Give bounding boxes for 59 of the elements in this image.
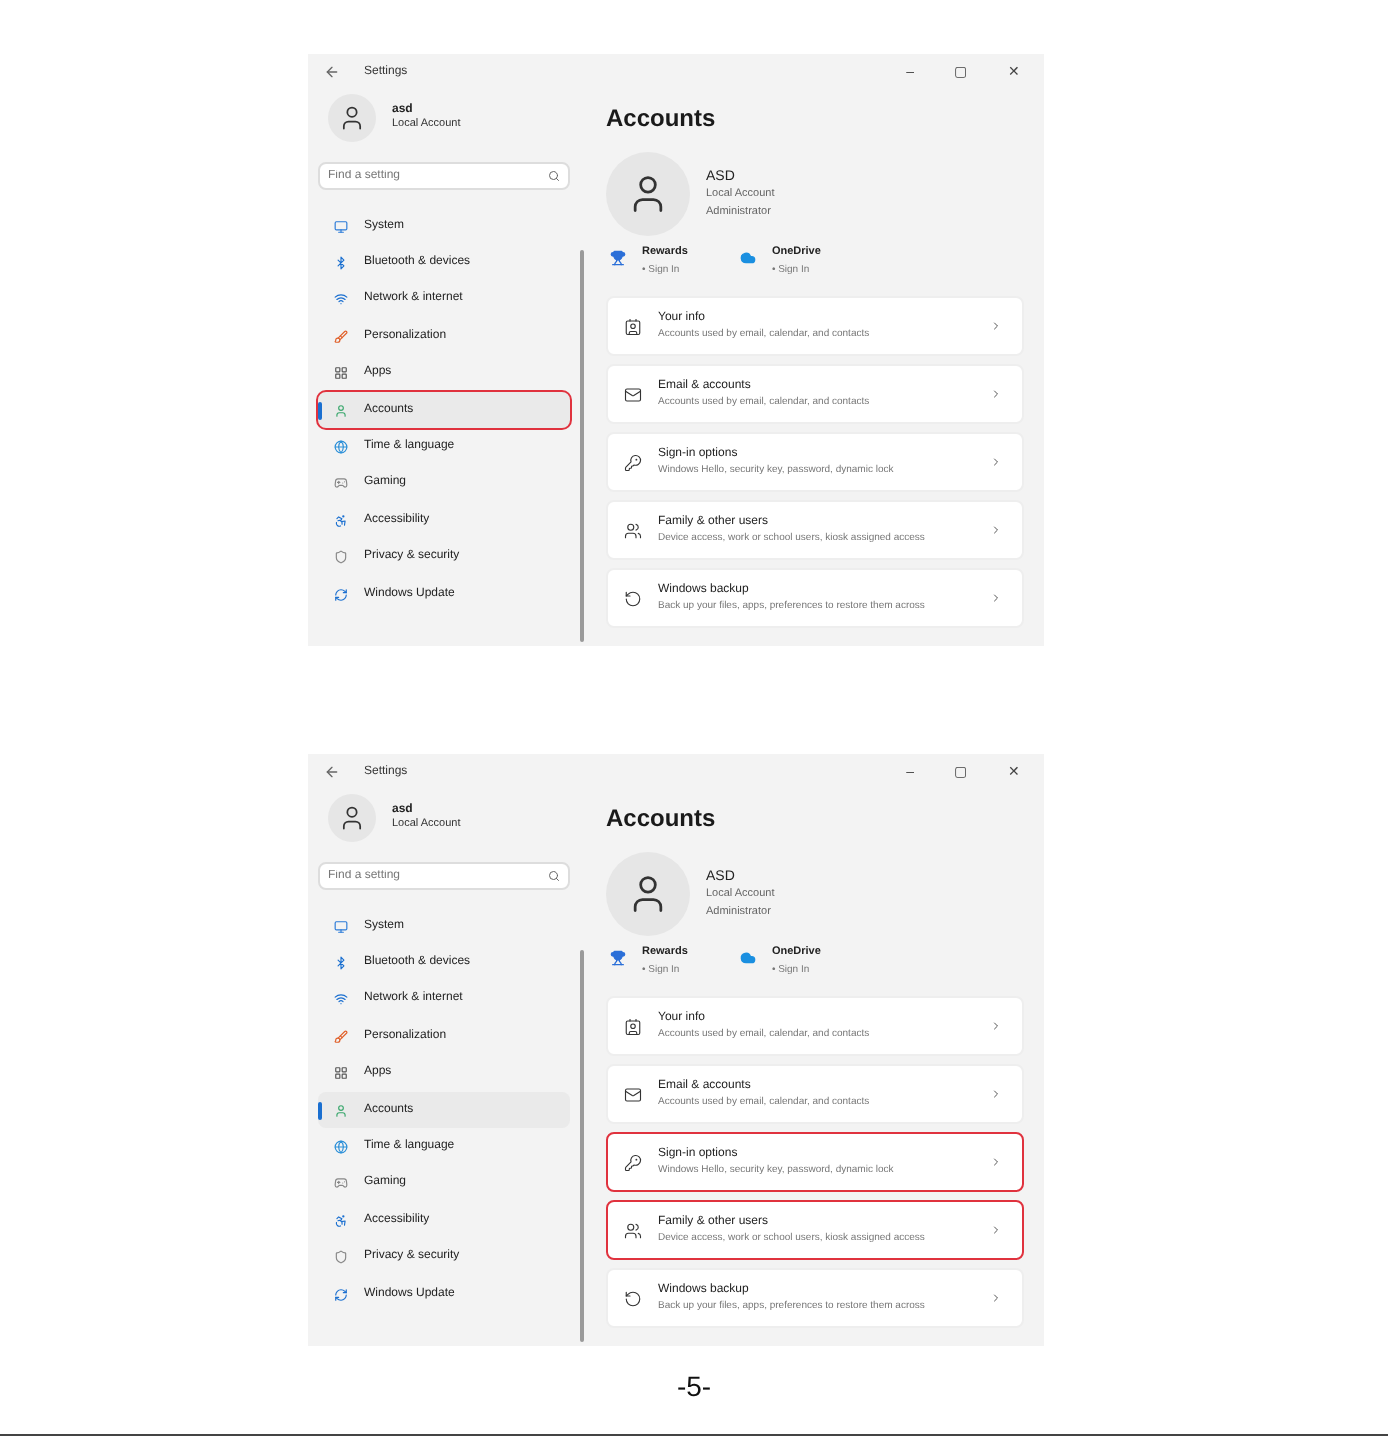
chevron-icon	[990, 1088, 1002, 1100]
key-icon	[624, 1153, 642, 1171]
accessibility-icon	[334, 513, 348, 528]
chevron-icon	[990, 592, 1002, 604]
cloud-icon	[739, 250, 756, 266]
user-icon	[334, 403, 348, 418]
trophy-icon	[610, 250, 626, 266]
chevron-icon	[990, 1292, 1002, 1304]
user-icon	[334, 1103, 348, 1118]
wifi-icon	[334, 292, 348, 307]
chevron-icon	[990, 1156, 1002, 1168]
chevron-icon	[990, 1020, 1002, 1032]
monitor-icon	[334, 219, 348, 234]
grid-icon	[334, 1066, 348, 1081]
chevron-icon	[990, 1224, 1002, 1236]
globe-icon	[334, 1140, 348, 1155]
chevron-icon	[990, 320, 1002, 332]
monitor-icon	[334, 919, 348, 934]
gamepad-icon	[334, 1176, 348, 1191]
trophy-icon	[610, 950, 626, 966]
selection-indicator	[318, 401, 322, 420]
mail-icon	[624, 1085, 642, 1103]
contact-icon	[624, 1017, 642, 1035]
back-icon[interactable]	[324, 764, 340, 780]
grid-icon	[334, 366, 348, 381]
cloud-icon	[739, 950, 756, 966]
chevron-icon	[990, 524, 1002, 536]
scrollbar[interactable]	[580, 950, 584, 1342]
brush-icon	[334, 329, 348, 344]
person-icon	[338, 104, 366, 132]
selection-indicator	[318, 1101, 322, 1120]
mail-icon	[624, 385, 642, 403]
contact-icon	[624, 317, 642, 335]
page-title: Accounts	[606, 102, 718, 136]
shield-icon	[334, 1250, 348, 1265]
brush-icon	[334, 1029, 348, 1044]
chevron-icon	[990, 388, 1002, 400]
back-icon[interactable]	[324, 64, 340, 80]
person-icon	[338, 804, 366, 832]
refresh-icon	[334, 587, 348, 602]
wifi-icon	[334, 992, 348, 1007]
globe-icon	[334, 440, 348, 455]
backup-icon	[624, 1289, 642, 1307]
chevron-icon	[990, 456, 1002, 468]
gamepad-icon	[334, 476, 348, 491]
search-icon	[548, 870, 560, 882]
backup-icon	[624, 589, 642, 607]
page-title: Accounts	[606, 802, 718, 836]
bluetooth-icon	[334, 956, 348, 971]
bluetooth-icon	[334, 256, 348, 271]
users-icon	[624, 521, 642, 539]
shield-icon	[334, 550, 348, 565]
search-icon	[548, 170, 560, 182]
key-icon	[624, 453, 642, 471]
page-number: -5-	[676, 1368, 712, 1406]
scrollbar[interactable]	[580, 250, 584, 642]
users-icon	[624, 1221, 642, 1239]
refresh-icon	[334, 1287, 348, 1302]
accessibility-icon	[334, 1213, 348, 1228]
